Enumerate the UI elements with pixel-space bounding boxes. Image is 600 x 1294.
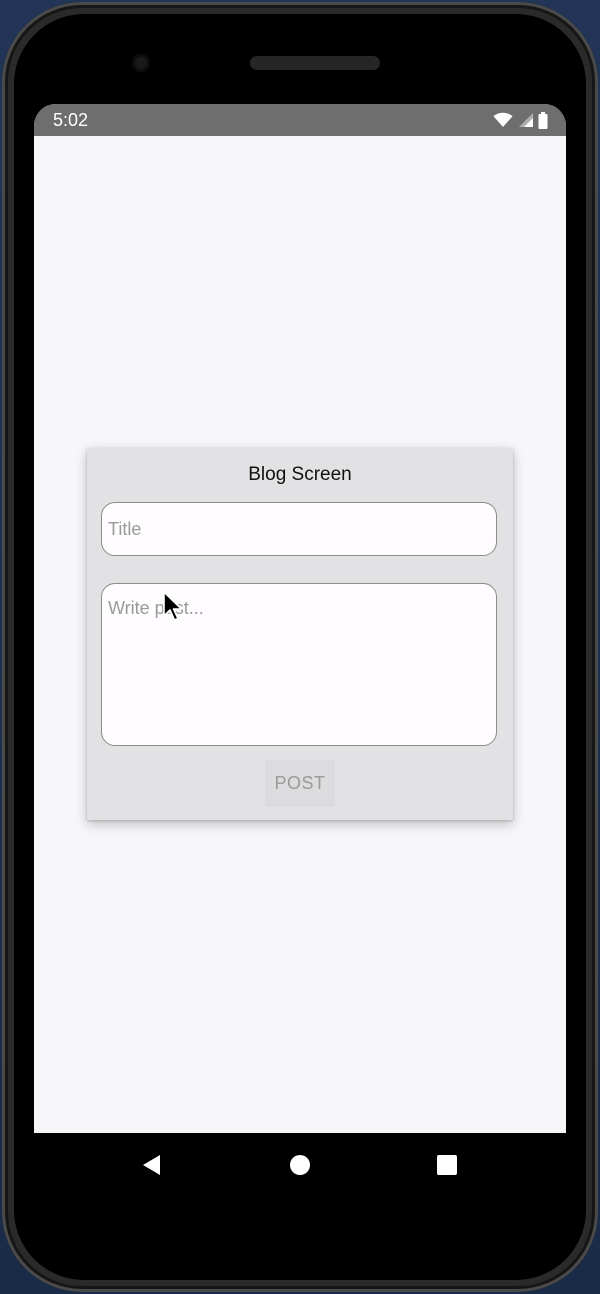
earpiece-speaker bbox=[250, 56, 380, 70]
phone-screen: 5:02 Blog Screen Title Write post... POS… bbox=[34, 104, 566, 1133]
mouse-cursor-icon bbox=[163, 591, 183, 621]
post-input-placeholder: Write post... bbox=[108, 598, 204, 618]
navigation-bar bbox=[34, 1133, 566, 1197]
status-bar: 5:02 bbox=[34, 104, 566, 136]
title-input[interactable]: Title bbox=[101, 502, 497, 556]
signal-icon bbox=[519, 113, 533, 127]
recents-icon[interactable] bbox=[435, 1153, 459, 1177]
status-icons bbox=[493, 111, 548, 129]
battery-icon bbox=[538, 111, 548, 129]
status-time: 5:02 bbox=[53, 110, 89, 130]
front-camera bbox=[132, 54, 150, 72]
title-input-placeholder: Title bbox=[108, 519, 142, 539]
page-title: Blog Screen bbox=[248, 464, 352, 485]
post-button[interactable]: POST bbox=[265, 760, 335, 807]
app-content: Blog Screen Title Write post... POST bbox=[34, 136, 566, 1133]
wifi-icon bbox=[493, 112, 513, 127]
blog-card: Blog Screen Title Write post... POST bbox=[87, 448, 513, 820]
post-input[interactable]: Write post... bbox=[101, 583, 497, 746]
back-icon[interactable] bbox=[140, 1153, 164, 1177]
home-icon[interactable] bbox=[288, 1153, 312, 1177]
